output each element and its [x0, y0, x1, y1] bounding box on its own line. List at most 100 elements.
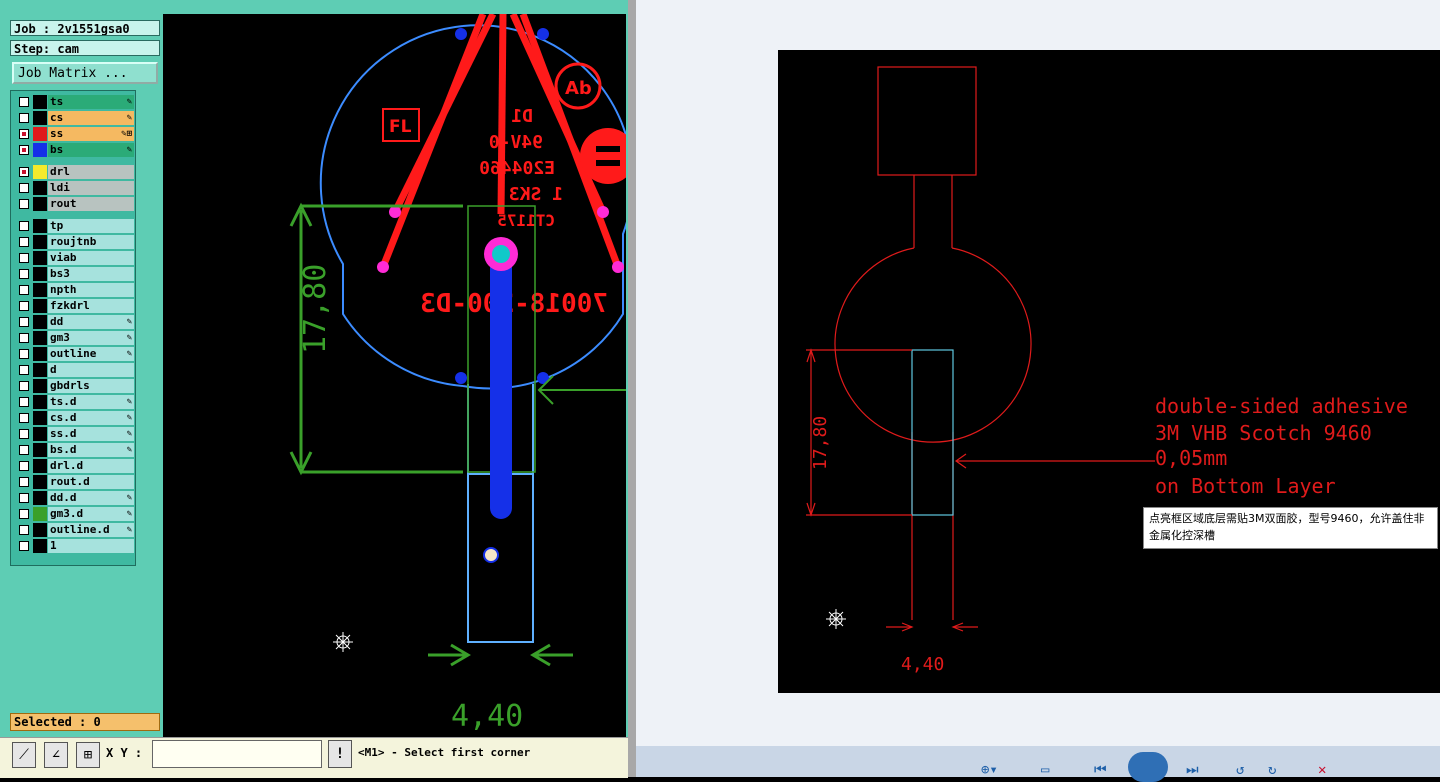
layer-checkbox[interactable]: [19, 285, 29, 295]
layer-color-swatch[interactable]: [33, 219, 47, 233]
layer-name[interactable]: viab: [48, 251, 134, 265]
layer-name[interactable]: gm3.d ✎: [48, 507, 134, 521]
layer-row[interactable]: outline.d ✎: [15, 523, 135, 538]
layer-color-swatch[interactable]: [33, 299, 47, 313]
layer-row[interactable]: viab: [15, 251, 135, 266]
layer-row[interactable]: drl: [15, 165, 135, 180]
layer-name[interactable]: dd.d ✎: [48, 491, 134, 505]
layer-name[interactable]: tp: [48, 219, 134, 233]
layer-color-swatch[interactable]: [33, 235, 47, 249]
next-icon[interactable]: ⏭: [1186, 762, 1199, 778]
layer-color-swatch[interactable]: [33, 491, 47, 505]
layer-row[interactable]: dd ✎: [15, 315, 135, 330]
layer-row[interactable]: npth: [15, 283, 135, 298]
layer-name[interactable]: outline ✎: [48, 347, 134, 361]
layer-checkbox[interactable]: [19, 129, 29, 139]
layer-row[interactable]: tp: [15, 219, 135, 234]
layer-name[interactable]: d: [48, 363, 134, 377]
job-matrix-button[interactable]: Job Matrix ...: [12, 62, 158, 84]
layer-name[interactable]: roujtnb: [48, 235, 134, 249]
layer-color-swatch[interactable]: [33, 331, 47, 345]
layer-row[interactable]: drl.d: [15, 459, 135, 474]
layer-name[interactable]: 1: [48, 539, 134, 553]
play-icon[interactable]: [1128, 752, 1168, 782]
layer-row[interactable]: gm3 ✎: [15, 331, 135, 346]
layer-row[interactable]: fzkdrl: [15, 299, 135, 314]
layer-checkbox[interactable]: [19, 461, 29, 471]
layer-name[interactable]: drl.d: [48, 459, 134, 473]
layer-checkbox[interactable]: [19, 397, 29, 407]
layer-checkbox[interactable]: [19, 445, 29, 455]
line-tool-icon[interactable]: ⟋: [12, 742, 36, 768]
layer-color-swatch[interactable]: [33, 95, 47, 109]
layer-checkbox[interactable]: [19, 199, 29, 209]
layer-color-swatch[interactable]: [33, 127, 47, 141]
xy-coordinate-input[interactable]: [152, 740, 322, 768]
layer-checkbox[interactable]: [19, 221, 29, 231]
layer-row[interactable]: ss ✎⊞: [15, 127, 135, 142]
layer-color-swatch[interactable]: [33, 251, 47, 265]
layer-name[interactable]: npth: [48, 283, 134, 297]
layer-color-swatch[interactable]: [33, 539, 47, 553]
layer-checkbox[interactable]: [19, 333, 29, 343]
layer-row[interactable]: 1: [15, 539, 135, 554]
layer-checkbox[interactable]: [19, 525, 29, 535]
layer-row[interactable]: dd.d ✎: [15, 491, 135, 506]
layer-color-swatch[interactable]: [33, 181, 47, 195]
layer-name[interactable]: rout.d: [48, 475, 134, 489]
rotate-right-icon[interactable]: ↻: [1268, 762, 1276, 778]
layer-color-swatch[interactable]: [33, 165, 47, 179]
layer-row[interactable]: ts ✎: [15, 95, 135, 110]
layer-checkbox[interactable]: [19, 317, 29, 327]
prev-icon[interactable]: ⏮: [1094, 762, 1107, 778]
layer-name[interactable]: cs.d ✎: [48, 411, 134, 425]
layer-checkbox[interactable]: [19, 381, 29, 391]
layer-color-swatch[interactable]: [33, 395, 47, 409]
layer-checkbox[interactable]: [19, 477, 29, 487]
layer-row[interactable]: bs ✎: [15, 143, 135, 158]
layer-checkbox[interactable]: [19, 237, 29, 247]
layer-color-swatch[interactable]: [33, 283, 47, 297]
grid-tool-icon[interactable]: ⊞: [76, 742, 100, 768]
layer-checkbox[interactable]: [19, 167, 29, 177]
delete-icon[interactable]: ✕: [1318, 762, 1326, 778]
layer-row[interactable]: bs.d ✎: [15, 443, 135, 458]
layer-row[interactable]: outline ✎: [15, 347, 135, 362]
layer-color-swatch[interactable]: [33, 411, 47, 425]
layer-color-swatch[interactable]: [33, 111, 47, 125]
cam-graphics-canvas[interactable]: FL Ab D1 94V-0 E204460 1 SK3 CT1175 7001…: [163, 14, 626, 737]
layer-checkbox[interactable]: [19, 97, 29, 107]
layer-row[interactable]: rout: [15, 197, 135, 212]
layer-checkbox[interactable]: [19, 365, 29, 375]
layer-checkbox[interactable]: [19, 541, 29, 551]
measure-tool-icon[interactable]: ∠: [44, 742, 68, 768]
layer-row[interactable]: bs3: [15, 267, 135, 282]
layer-name[interactable]: ldi: [48, 181, 134, 195]
layer-name[interactable]: cs ✎: [48, 111, 134, 125]
layer-name[interactable]: ts ✎: [48, 95, 134, 109]
layer-name[interactable]: ss ✎⊞: [48, 127, 134, 141]
layer-color-swatch[interactable]: [33, 443, 47, 457]
layer-color-swatch[interactable]: [33, 427, 47, 441]
layer-name[interactable]: rout: [48, 197, 134, 211]
layer-name[interactable]: bs.d ✎: [48, 443, 134, 457]
layer-row[interactable]: ts.d ✎: [15, 395, 135, 410]
layer-color-swatch[interactable]: [33, 459, 47, 473]
actual-size-icon[interactable]: ▭: [1041, 762, 1049, 778]
layer-checkbox[interactable]: [19, 253, 29, 263]
layer-row[interactable]: cs.d ✎: [15, 411, 135, 426]
layer-color-swatch[interactable]: [33, 143, 47, 157]
layer-checkbox[interactable]: [19, 429, 29, 439]
layer-checkbox[interactable]: [19, 349, 29, 359]
layer-color-swatch[interactable]: [33, 197, 47, 211]
layer-checkbox[interactable]: [19, 113, 29, 123]
layer-name[interactable]: bs ✎: [48, 143, 134, 157]
layer-name[interactable]: drl: [48, 165, 134, 179]
layer-row[interactable]: gbdrls: [15, 379, 135, 394]
exclamation-button[interactable]: !: [328, 740, 352, 768]
layer-name[interactable]: ss.d ✎: [48, 427, 134, 441]
layer-row[interactable]: rout.d: [15, 475, 135, 490]
layer-color-swatch[interactable]: [33, 475, 47, 489]
layer-color-swatch[interactable]: [33, 267, 47, 281]
layer-row[interactable]: ldi: [15, 181, 135, 196]
